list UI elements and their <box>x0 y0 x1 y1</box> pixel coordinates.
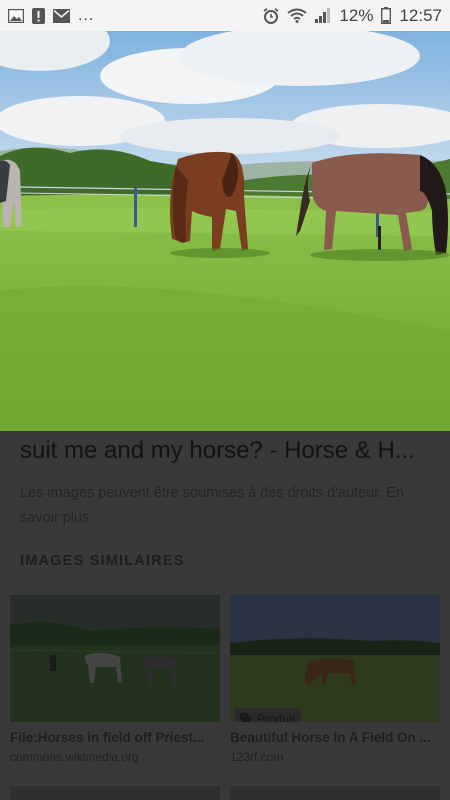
product-badge-label: Produit <box>257 712 296 722</box>
battery-percent: 12% <box>339 5 374 25</box>
alarm-icon <box>263 7 279 24</box>
similar-image-thumbnail[interactable] <box>10 595 220 722</box>
status-bar-left: ... <box>8 7 94 25</box>
status-bar: ... 12% 12:57 <box>0 0 450 31</box>
similar-image-thumbnail-partial[interactable] <box>10 786 220 800</box>
image-icon <box>8 8 24 23</box>
clock: 12:57 <box>399 5 442 25</box>
result-title[interactable]: suit me and my horse? - Horse & H... <box>20 437 430 465</box>
similar-image-source: 123rf.com <box>230 750 284 764</box>
battery-icon <box>381 7 392 24</box>
copyright-notice[interactable]: Les images peuvent être soumises à des d… <box>20 481 430 531</box>
alert-icon <box>32 7 45 24</box>
similar-image-caption[interactable]: File:Horses in field off Priest... <box>10 730 220 745</box>
tag-icon <box>240 713 252 722</box>
similar-image-caption[interactable]: Beautiful Horse In A Field On ... <box>230 730 440 745</box>
similar-image-thumbnail[interactable]: Produit <box>230 595 440 722</box>
hero-image[interactable] <box>0 31 450 431</box>
similar-images-heading: IMAGES SIMILAIRES <box>20 553 185 569</box>
product-badge: Produit <box>234 708 302 722</box>
similar-image-card[interactable]: File:Horses in field off Priest... commo… <box>10 595 220 764</box>
signal-icon <box>315 8 331 23</box>
mail-icon <box>53 8 70 23</box>
overflow-indicator: ... <box>78 6 95 24</box>
status-bar-right: 12% 12:57 <box>263 6 442 26</box>
similar-image-source: commons.wikimedia.org <box>10 750 139 764</box>
wifi-icon <box>287 8 308 23</box>
similar-image-thumbnail-partial[interactable] <box>230 786 440 800</box>
similar-image-card[interactable]: Produit Beautiful Horse In A Field On ..… <box>230 595 440 764</box>
